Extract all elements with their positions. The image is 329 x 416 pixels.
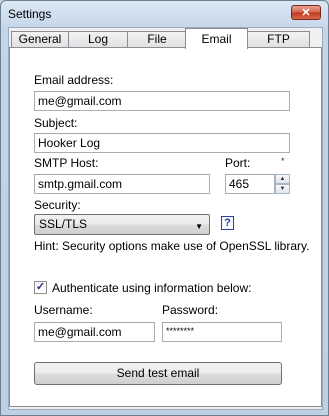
security-select[interactable]: SSL/TLS ▼ [34, 214, 210, 235]
tab-strip: General Log File Email FTP [9, 28, 322, 49]
password-input[interactable]: ******** [162, 322, 282, 342]
security-help-button[interactable]: ? [221, 216, 234, 230]
close-button[interactable]: ✕ [291, 5, 321, 20]
username-label: Username: [34, 303, 93, 317]
authenticate-checkbox[interactable]: ✓ [34, 281, 47, 294]
port-spinner[interactable]: ▲ ▼ [275, 174, 290, 194]
port-required-marker: * [281, 156, 285, 166]
port-input[interactable]: 465 [225, 174, 275, 194]
close-icon: ✕ [301, 7, 311, 19]
tab-file[interactable]: File [127, 31, 187, 48]
tab-general[interactable]: General [11, 31, 69, 48]
security-label: Security: [34, 198, 81, 212]
send-test-email-button[interactable]: Send test email [34, 362, 282, 385]
tab-log[interactable]: Log [68, 31, 128, 48]
smtp-host-input[interactable]: smtp.gmail.com [34, 174, 210, 194]
checkmark-icon: ✓ [35, 281, 46, 293]
email-address-input[interactable]: me@gmail.com [34, 91, 290, 111]
email-tab-panel: Email address: me@gmail.com Subject: Hoo… [9, 47, 322, 407]
chevron-down-icon: ▼ [195, 222, 203, 231]
tab-email[interactable]: Email [185, 28, 248, 49]
email-address-label: Email address: [34, 73, 114, 87]
dialog-client: General Log File Email FTP Email address… [8, 27, 323, 410]
password-label: Password: [162, 303, 219, 317]
smtp-host-label: SMTP Host: [34, 156, 99, 170]
window-title: Settings [8, 7, 52, 21]
security-hint: Hint: Security options make use of OpenS… [34, 239, 310, 253]
port-label: Port: [225, 156, 251, 170]
authenticate-label[interactable]: Authenticate using information below: [52, 281, 251, 295]
tab-ftp[interactable]: FTP [247, 31, 310, 48]
subject-input[interactable]: Hooker Log [34, 133, 290, 153]
question-mark-icon: ? [224, 217, 231, 229]
spin-down-icon[interactable]: ▼ [275, 184, 290, 194]
subject-label: Subject: [34, 116, 78, 130]
settings-window: Settings ✕ General Log File Email FTP Em… [0, 0, 329, 416]
security-selected-value: SSL/TLS [39, 217, 88, 231]
username-input[interactable]: me@gmail.com [34, 322, 155, 342]
spin-up-icon[interactable]: ▲ [275, 174, 290, 184]
title-bar[interactable]: Settings ✕ [1, 1, 328, 27]
